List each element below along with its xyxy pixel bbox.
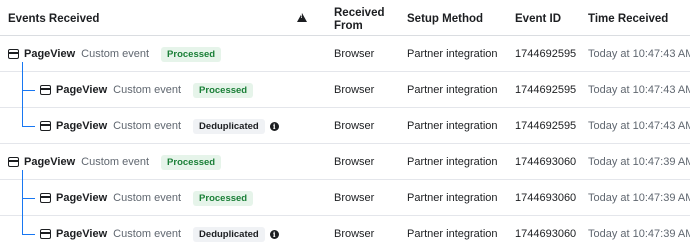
tree-branch-line: [22, 90, 35, 91]
browser-window-icon: [40, 121, 51, 131]
event-id-cell: 1744693060...: [515, 192, 576, 204]
tree-branch-line: [22, 126, 35, 127]
time-received-cell: Today at 10:47:43 AM: [588, 120, 690, 132]
time-received-cell: Today at 10:47:39 AM: [588, 228, 690, 240]
time-received-cell: Today at 10:47:43 AM: [588, 48, 690, 60]
event-type: Custom event: [113, 120, 182, 132]
event-name: PageView: [24, 156, 76, 168]
status-badge: Processed: [161, 46, 222, 62]
table-row[interactable]: PageView Custom event Processed Browser Part…: [0, 144, 690, 180]
received-from-cell: Browser: [334, 156, 375, 168]
event-cell: PageView Custom event Processed: [8, 36, 222, 72]
setup-method-cell: Partner integration: [407, 156, 498, 168]
event-type: Custom event: [113, 192, 182, 204]
received-from-cell: Browser: [334, 84, 375, 96]
setup-method-cell: Partner integration: [407, 48, 498, 60]
event-id-cell: 1744693060...: [515, 156, 576, 168]
table-row[interactable]: PageView Custom event Processed Browser Part…: [0, 180, 690, 216]
status-badge: Processed: [161, 154, 222, 170]
event-name: PageView: [56, 120, 108, 132]
event-name: PageView: [24, 48, 76, 60]
time-received-cell: Today at 10:47:43 AM: [588, 84, 690, 96]
setup-method-cell: Partner integration: [407, 120, 498, 132]
table-header: Events Received Received From Setup Meth…: [0, 0, 690, 36]
time-received-cell: Today at 10:47:39 AM: [588, 192, 690, 204]
column-header-events-received[interactable]: Events Received: [8, 13, 99, 26]
status-badge: Deduplicated: [193, 118, 265, 134]
tree-connector-line: [22, 170, 23, 234]
warning-icon[interactable]: [297, 13, 307, 26]
column-header-time-received[interactable]: Time Received: [588, 13, 668, 26]
setup-method-cell: Partner integration: [407, 84, 498, 96]
event-name: PageView: [56, 192, 108, 204]
received-from-cell: Browser: [334, 192, 375, 204]
setup-method-cell: Partner integration: [407, 192, 498, 204]
info-icon[interactable]: i: [269, 229, 279, 239]
browser-window-icon: [40, 85, 51, 95]
event-id-cell: 1744692595...: [515, 48, 576, 60]
browser-window-icon: [8, 49, 19, 59]
event-cell: PageView Custom event Deduplicated i: [40, 108, 279, 144]
status-badge: Deduplicated: [193, 226, 265, 242]
event-name: PageView: [56, 84, 108, 96]
event-type: Custom event: [113, 84, 182, 96]
table-row[interactable]: PageView Custom event Deduplicated i Browser…: [0, 108, 690, 144]
event-cell: PageView Custom event Processed: [8, 144, 222, 180]
status-badge: Processed: [193, 82, 254, 98]
tree-branch-line: [22, 198, 35, 199]
time-received-cell: Today at 10:47:39 AM: [588, 156, 690, 168]
event-type: Custom event: [81, 48, 150, 60]
event-cell: PageView Custom event Processed: [40, 72, 254, 108]
event-cell: PageView Custom event Deduplicated i: [40, 216, 279, 251]
received-from-cell: Browser: [334, 228, 375, 240]
event-id-cell: 1744692595...: [515, 120, 576, 132]
browser-window-icon: [8, 157, 19, 167]
setup-method-cell: Partner integration: [407, 228, 498, 240]
column-header-setup-method[interactable]: Setup Method: [407, 13, 483, 26]
browser-window-icon: [40, 229, 51, 239]
table-row[interactable]: PageView Custom event Processed Browser Part…: [0, 72, 690, 108]
browser-window-icon: [40, 193, 51, 203]
status-badge: Processed: [193, 190, 254, 206]
column-header-event-id[interactable]: Event ID: [515, 13, 561, 26]
tree-branch-line: [22, 234, 35, 235]
event-type: Custom event: [81, 156, 150, 168]
received-from-cell: Browser: [334, 120, 375, 132]
column-header-received-from[interactable]: Received From: [334, 7, 394, 33]
event-cell: PageView Custom event Processed: [40, 180, 254, 216]
table-row[interactable]: PageView Custom event Deduplicated i Browser…: [0, 216, 690, 251]
event-type: Custom event: [113, 228, 182, 240]
received-from-cell: Browser: [334, 48, 375, 60]
info-icon[interactable]: i: [269, 121, 279, 131]
event-id-cell: 1744693060...: [515, 228, 576, 240]
table-row[interactable]: PageView Custom event Processed Browser Part…: [0, 36, 690, 72]
event-name: PageView: [56, 228, 108, 240]
tree-connector-line: [22, 62, 23, 126]
event-id-cell: 1744692595...: [515, 84, 576, 96]
